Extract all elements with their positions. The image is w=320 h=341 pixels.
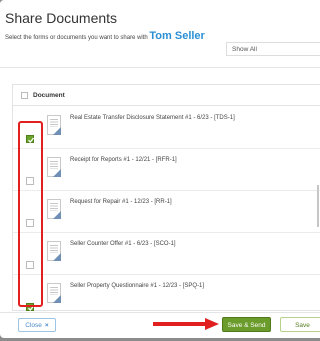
documents-table: Document Real Estate Transfer Disclosure… [12, 84, 320, 311]
subtitle-text: Select the forms or documents you want t… [5, 35, 148, 41]
table-header: Document [13, 85, 320, 106]
dialog-title: Share Documents [5, 10, 118, 26]
close-button-label: Close [25, 322, 42, 329]
table-row[interactable]: Seller Counter Offer #1 - 6/23 - [SCO-1] [13, 232, 320, 275]
document-label[interactable]: Seller Counter Offer #1 - 6/23 - [SCO-1] [70, 241, 176, 247]
red-arrow-annotation [153, 318, 219, 330]
document-icon [47, 241, 61, 261]
table-row[interactable]: Real Estate Transfer Disclosure Statemen… [13, 106, 320, 149]
document-icon [47, 115, 61, 135]
checkbox-highlight-annotation [18, 121, 43, 307]
recipient-name: Tom Seller [149, 30, 205, 42]
filter-select[interactable]: Show All [226, 42, 320, 56]
document-icon [47, 199, 61, 219]
document-label[interactable]: Request for Repair #1 - 12/23 - [RR-1] [70, 199, 172, 205]
footer-divider [0, 312, 320, 313]
document-icon [47, 157, 61, 177]
save-and-send-button[interactable]: Save & Send [222, 317, 271, 332]
table-row[interactable]: Request for Repair #1 - 12/23 - [RR-1] [13, 190, 320, 233]
document-label[interactable]: Seller Property Questionnaire #1 - 12/23… [70, 283, 204, 289]
close-button[interactable]: Close × [18, 318, 56, 332]
close-icon: × [44, 322, 49, 329]
column-header-document: Document [33, 92, 65, 99]
save-button[interactable]: Save [280, 317, 320, 332]
select-all-checkbox[interactable] [21, 92, 28, 99]
table-row[interactable]: Seller Property Questionnaire #1 - 12/23… [13, 274, 320, 316]
header-divider [0, 67, 320, 68]
document-label[interactable]: Real Estate Transfer Disclosure Statemen… [70, 115, 235, 121]
document-icon [47, 283, 61, 303]
table-row[interactable]: Receipt for Reports #1 - 12/21 - [RFR-1] [13, 148, 320, 191]
table-scrollbar[interactable] [317, 185, 319, 227]
document-label[interactable]: Receipt for Reports #1 - 12/21 - [RFR-1] [70, 157, 177, 163]
dialog-subtitle: Select the forms or documents you want t… [5, 30, 205, 42]
share-documents-dialog: Share Documents Select the forms or docu… [0, 0, 320, 338]
